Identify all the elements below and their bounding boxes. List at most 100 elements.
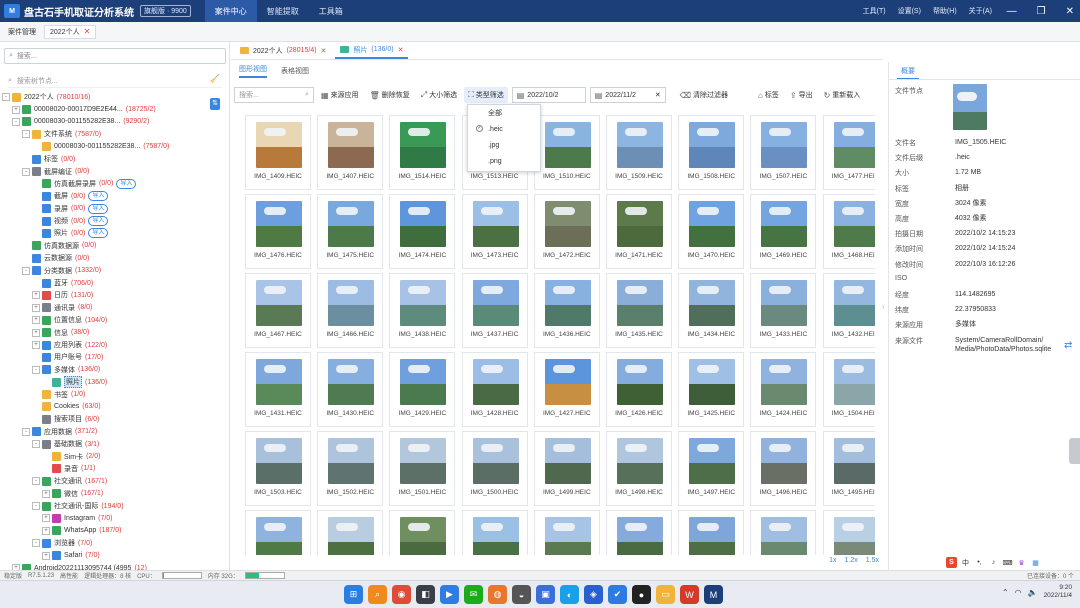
photo-thumbnail[interactable]: IMG_1499.HEIC	[533, 431, 600, 506]
tree-node[interactable]: 云数据源 (0/0)	[2, 252, 228, 264]
photo-thumbnail[interactable]: IMG_1495.HEIC	[822, 431, 875, 506]
refresh-icon[interactable]: ⇄	[1064, 340, 1072, 351]
clock[interactable]: 9:20 2022/11/4	[1044, 584, 1072, 600]
collapse-icon[interactable]: -	[32, 502, 40, 511]
tree-node[interactable]: 搜索项目 (6/0)	[2, 413, 228, 425]
chrome-icon[interactable]: ◉	[392, 585, 411, 604]
collapse-icon[interactable]: -	[22, 130, 30, 139]
photo-thumbnail[interactable]: IMG_1429.HEIC	[389, 352, 456, 427]
photo-thumbnail[interactable]: IMG_1508.HEIC	[678, 115, 745, 190]
photo-thumbnail[interactable]: IMG_1514.HEIC	[389, 115, 456, 190]
photo-thumbnail[interactable]: IMG_1466.HEIC	[317, 273, 384, 348]
grid-icon[interactable]: ▦	[1030, 557, 1041, 568]
wechat-icon[interactable]: ✉	[464, 585, 483, 604]
tree-node[interactable]: + Instagram (7/0)	[2, 512, 228, 524]
tree-node[interactable]: + 位置信息 (104/0)	[2, 314, 228, 326]
photo-thumbnail[interactable]: IMG_1501.HEIC	[389, 431, 456, 506]
zoom-1x[interactable]: 1x	[829, 557, 836, 564]
expand-icon[interactable]: +	[42, 489, 50, 498]
qq-icon[interactable]: ●	[632, 585, 651, 604]
photo-thumbnail[interactable]: IMG_1425.HEIC	[678, 352, 745, 427]
type-option-jpg[interactable]: .jpg	[468, 137, 540, 153]
microphone-icon[interactable]: ♪	[988, 557, 999, 568]
photo-thumbnail[interactable]: IMG_1426.HEIC	[606, 352, 672, 427]
tree-node[interactable]: 录音 (1/1)	[2, 463, 228, 475]
wifi-icon[interactable]: ◠	[1015, 588, 1022, 597]
photo-thumbnail[interactable]	[533, 510, 600, 555]
photo-thumbnail[interactable]: IMG_1430.HEIC	[317, 352, 384, 427]
photo-thumbnail[interactable]: IMG_1498.HEIC	[606, 431, 672, 506]
tree-search-input[interactable]: ⌕ 搜索树节点... 🧹	[8, 74, 222, 88]
gallery-search-input[interactable]: 搜索... ⌕	[234, 87, 314, 103]
photo-thumbnail[interactable]: IMG_1437.HEIC	[461, 273, 528, 348]
close-icon[interactable]: ✕	[1066, 6, 1074, 17]
menu-help[interactable]: 帮助(H)	[933, 6, 957, 16]
tab-gallery-view[interactable]: 图形视图	[239, 64, 267, 78]
import-button[interactable]: 导入	[88, 228, 109, 239]
expand-icon[interactable]: +	[32, 328, 40, 337]
photo-thumbnail[interactable]: IMG_1438.HEIC	[389, 273, 456, 348]
tree-node[interactable]: + WhatsApp (187/0)	[2, 525, 228, 537]
photo-thumbnail[interactable]	[245, 510, 311, 555]
photo-thumbnail[interactable]	[822, 510, 875, 555]
photo-thumbnail[interactable]: IMG_1432.HEIC	[822, 273, 875, 348]
breadcrumb-case-management[interactable]: 案件管理	[8, 27, 36, 37]
tab-case[interactable]: 2022个人 (28015/4) ✕	[235, 44, 331, 58]
photo-thumbnail[interactable]: IMG_1472.HEIC	[533, 194, 600, 269]
export-button[interactable]: ⇪ 导出	[786, 87, 817, 103]
tree-node[interactable]: 照片 (0/0) 导入	[2, 227, 228, 239]
collapse-icon[interactable]: -	[32, 365, 40, 374]
zoom-1-5x[interactable]: 1.5x	[866, 557, 879, 564]
tree-node[interactable]: - 分类数据 (1332/0)	[2, 264, 228, 276]
volume-icon[interactable]: 🔈	[1028, 588, 1038, 597]
type-filter-button[interactable]: ⛶ 类型筛选	[464, 87, 508, 103]
nav-case-center[interactable]: 案件中心	[204, 0, 257, 22]
photo-thumbnail[interactable]: IMG_1502.HEIC	[317, 431, 384, 506]
photo-thumbnail[interactable]	[678, 510, 745, 555]
tree-node[interactable]: 00008030-001155282E38... (7587/0)	[2, 141, 228, 153]
tree-node[interactable]: + 通讯录 (8/0)	[2, 302, 228, 314]
menu-settings[interactable]: 设置(S)	[898, 6, 921, 16]
date-start-field[interactable]: ▤ 2022/10/2	[511, 87, 586, 103]
photo-thumbnail[interactable]: IMG_1475.HEIC	[317, 194, 384, 269]
photo-thumbnail[interactable]: IMG_1469.HEIC	[750, 194, 817, 269]
tree-node[interactable]: - 文件系统 (7587/0)	[2, 128, 228, 140]
import-button[interactable]: 导入	[88, 203, 109, 214]
size-filter-button[interactable]: ⤢ 大小筛选	[417, 87, 461, 103]
tab-photos[interactable]: 照片 (136/0) ✕	[335, 43, 409, 59]
import-button[interactable]: 导入	[88, 191, 109, 202]
photo-thumbnail[interactable]: IMG_1496.HEIC	[750, 431, 817, 506]
zoom-1-2x[interactable]: 1.2x	[845, 557, 858, 564]
collapse-icon[interactable]: -	[32, 539, 40, 548]
edge-icon[interactable]: ◐	[560, 585, 579, 604]
clear-broom-icon[interactable]: 🧹	[210, 74, 220, 83]
search-app-icon[interactable]: ⌕	[368, 585, 387, 604]
photo-thumbnail[interactable]: IMG_1427.HEIC	[533, 352, 600, 427]
tree-node[interactable]: 录屏 (0/0) 导入	[2, 203, 228, 215]
collapse-icon[interactable]: -	[22, 266, 30, 275]
sogou-icon[interactable]: S	[946, 557, 957, 568]
restore-icon[interactable]: ❐	[1037, 6, 1046, 17]
photo-thumbnail[interactable]: IMG_1409.HEIC	[245, 115, 311, 190]
tree-node[interactable]: 照片 (136/0)	[2, 376, 228, 389]
app-icon[interactable]: ✔	[608, 585, 627, 604]
photo-thumbnail[interactable]: IMG_1497.HEIC	[678, 431, 745, 506]
photo-thumbnail[interactable]	[461, 510, 528, 555]
photo-thumbnail[interactable]: IMG_1503.HEIC	[245, 431, 311, 506]
tree-node[interactable]: - 应用数据 (371/2)	[2, 426, 228, 438]
expand-icon[interactable]: +	[32, 291, 40, 300]
collapse-icon[interactable]: -	[32, 477, 40, 486]
photo-thumbnail[interactable]: IMG_1436.HEIC	[533, 273, 600, 348]
photo-thumbnail[interactable]: IMG_1476.HEIC	[245, 194, 311, 269]
photo-thumbnail[interactable]: IMG_1470.HEIC	[678, 194, 745, 269]
type-option-all[interactable]: 全部	[468, 105, 540, 121]
collapse-icon[interactable]: -	[22, 167, 30, 176]
left-search-input[interactable]: ⌕ 搜索...	[4, 48, 226, 64]
app-icon[interactable]: ▣	[536, 585, 555, 604]
source-app-button[interactable]: ▦ 来源应用	[317, 87, 363, 103]
nav-smart-extract[interactable]: 智能提取	[257, 0, 309, 22]
chevron-up-icon[interactable]: ⌃	[1002, 588, 1009, 597]
minimize-icon[interactable]: —	[1007, 6, 1017, 17]
breadcrumb-case-tab[interactable]: 2022个人 ✕	[44, 24, 97, 39]
photo-thumbnail[interactable]: IMG_1424.HEIC	[750, 352, 817, 427]
